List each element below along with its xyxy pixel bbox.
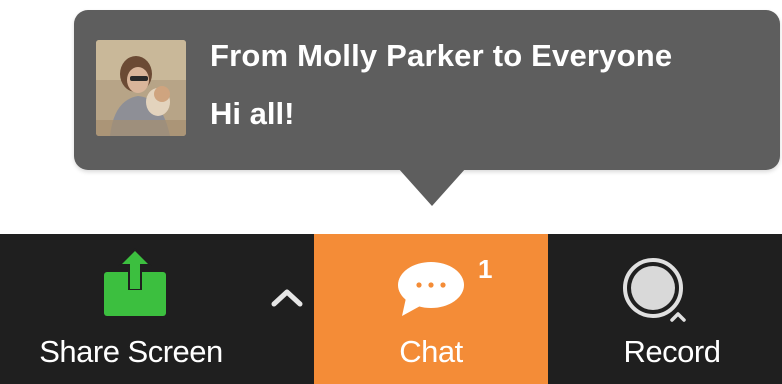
- share-screen-upload-icon: [104, 248, 166, 316]
- share-screen-label: Share Screen: [39, 334, 223, 369]
- chevron-up-icon: [271, 289, 303, 307]
- share-screen-button[interactable]: Share Screen: [0, 234, 262, 384]
- chat-button[interactable]: 1 Chat: [314, 234, 548, 384]
- record-label: Record: [623, 334, 721, 369]
- record-circle-icon: [623, 258, 686, 322]
- share-options-button[interactable]: [262, 234, 314, 384]
- avatar-photo-icon: [96, 40, 186, 136]
- notification-sender: From Molly Parker to Everyone: [210, 38, 673, 73]
- sender-avatar: [96, 40, 186, 136]
- chat-notification-popup[interactable]: From Molly Parker to Everyone Hi all!: [74, 10, 780, 170]
- chat-label: Chat: [399, 334, 463, 369]
- notification-pointer: [398, 168, 466, 206]
- record-button[interactable]: Record: [548, 234, 782, 384]
- meeting-toolbar: Share Screen 1 Chat Record: [0, 234, 782, 384]
- chat-unread-badge: 1: [478, 254, 493, 284]
- notification-message: Hi all!: [210, 96, 295, 131]
- chat-bubble-icon: [398, 262, 464, 316]
- meeting-screen: From Molly Parker to Everyone Hi all! Sh…: [0, 0, 782, 384]
